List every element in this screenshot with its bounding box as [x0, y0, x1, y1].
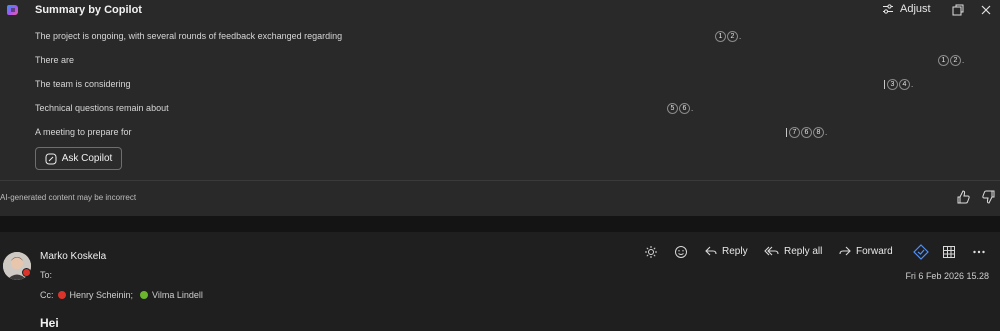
citation-group-3: 3 4 . — [884, 79, 913, 90]
citation-badge[interactable]: 4 — [899, 79, 910, 90]
citation-badge[interactable]: 7 — [789, 127, 800, 138]
copilot-chat-icon — [45, 153, 57, 164]
citation-badge[interactable]: 5 — [667, 103, 678, 114]
thumbs-up-icon[interactable] — [955, 189, 971, 205]
close-icon[interactable] — [979, 3, 993, 17]
popout-icon[interactable] — [951, 3, 965, 17]
citation-badge[interactable]: 6 — [679, 103, 690, 114]
thumbs-down-icon[interactable] — [981, 189, 997, 205]
citation-badge[interactable]: 1 — [938, 55, 949, 66]
adjust-button[interactable]: Adjust — [882, 3, 931, 15]
ask-copilot-label: Ask Copilot — [61, 153, 113, 164]
summary-title: Summary by Copilot — [35, 4, 142, 16]
citation-badge[interactable]: 1 — [715, 31, 726, 42]
email-greeting: Hei — [40, 316, 59, 330]
citation-badge[interactable]: 6 — [801, 127, 812, 138]
section-gap — [0, 216, 1000, 232]
sliders-icon — [883, 4, 893, 14]
forward-label: Forward — [856, 245, 893, 257]
citation-group-2: 1 2 . — [938, 55, 964, 66]
email-date: Fri 6 Feb 2026 15.28 — [905, 271, 989, 281]
summary-line-4: Technical questions remain about — [35, 103, 169, 113]
reply-icon — [705, 246, 717, 256]
summary-line-1: The project is ongoing, with several rou… — [35, 31, 343, 41]
citation-group-1: 1 2 . — [715, 31, 741, 42]
summary-divider — [0, 180, 1000, 181]
reply-button[interactable]: Reply — [704, 245, 748, 257]
presence-busy-icon — [57, 291, 66, 299]
reply-label: Reply — [722, 245, 748, 257]
reply-all-label: Reply all — [784, 245, 823, 257]
reply-all-button[interactable]: Reply all — [764, 245, 822, 257]
to-label: To: — [40, 270, 53, 280]
forward-button[interactable]: Forward — [838, 245, 893, 257]
ask-copilot-button[interactable]: Ask Copilot — [35, 147, 122, 170]
citation-badge[interactable]: 2 — [727, 31, 738, 42]
apps-grid-icon[interactable] — [942, 245, 956, 259]
more-options-icon[interactable] — [972, 245, 986, 259]
copilot-diamond-icon[interactable] — [913, 244, 929, 260]
copilot-logo-icon — [7, 5, 18, 15]
cc-label: Cc: — [40, 290, 54, 300]
citation-badge[interactable]: 2 — [950, 55, 961, 66]
summary-line-5: A meeting to prepare for — [35, 127, 132, 137]
emoji-icon[interactable] — [674, 245, 688, 259]
citation-group-5: 7 6 8 . — [786, 127, 827, 138]
sender-name[interactable]: Marko Koskela — [40, 251, 106, 262]
citation-group-4: 5 6 . — [667, 103, 693, 114]
adjust-label: Adjust — [900, 3, 931, 15]
email-header: Marko Koskela To: Cc: Henry Scheinin; Vi… — [0, 232, 1000, 331]
copilot-summary-panel: Summary by Copilot Adjust The project is… — [0, 0, 1000, 216]
summary-line-2: There are — [35, 55, 75, 65]
presence-busy-icon — [22, 268, 31, 277]
cc-recipient[interactable]: Vilma Lindell — [152, 290, 203, 300]
sun-icon[interactable] — [644, 245, 658, 259]
cc-row: Cc: Henry Scheinin; Vilma Lindell — [40, 290, 203, 300]
citation-badge[interactable]: 8 — [813, 127, 824, 138]
ai-disclaimer: AI-generated content may be incorrect — [0, 193, 137, 202]
forward-icon — [839, 246, 851, 256]
presence-available-icon — [140, 291, 149, 299]
citation-badge[interactable]: 3 — [887, 79, 898, 90]
cc-recipient[interactable]: Henry Scheinin; — [70, 290, 134, 300]
summary-line-3: The team is considering — [35, 79, 131, 89]
reply-all-icon — [764, 246, 779, 256]
